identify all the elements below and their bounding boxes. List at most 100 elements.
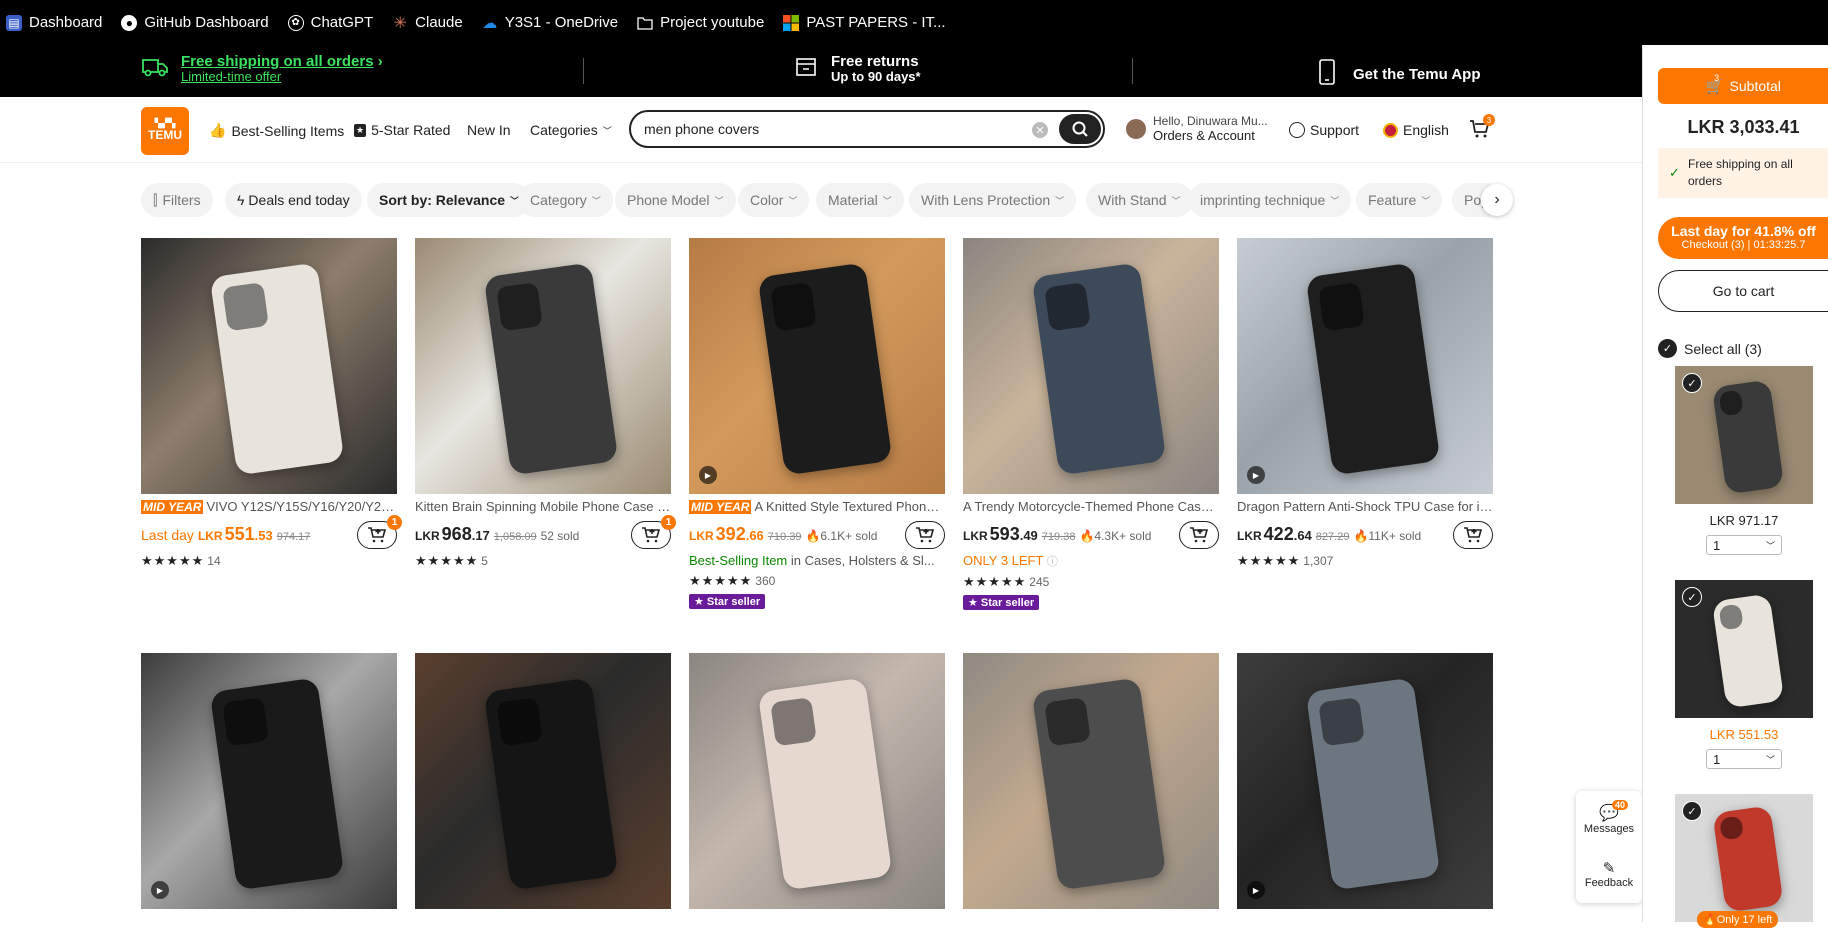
select-all-checkbox[interactable]: ✓ Select all (3) <box>1658 339 1762 358</box>
best-selling-label[interactable]: Best-Selling Item in Cases, Holsters & S… <box>689 553 945 568</box>
chevron-down-icon: ﹀ <box>1055 195 1065 206</box>
avatar <box>1126 118 1146 139</box>
product-card[interactable]: Kitten Brain Spinning Mobile Phone Case … <box>415 238 676 569</box>
filter-with-stand[interactable]: With Stand ﹀ <box>1086 183 1193 217</box>
info-icon[interactable]: ⓘ <box>1047 556 1058 568</box>
item-checkbox[interactable]: ✓ <box>1682 801 1702 821</box>
video-play-icon[interactable]: ▶ <box>699 466 717 484</box>
product-image[interactable]: ▶ <box>1237 653 1493 909</box>
product-image[interactable] <box>141 238 397 494</box>
checkout-deal-button[interactable]: Last day for 41.8% off Checkout (3) | 01:… <box>1658 217 1828 259</box>
cart-item-image[interactable]: ✓ <box>1675 580 1813 718</box>
product-image[interactable] <box>415 653 671 909</box>
bookmark-onedrive[interactable]: ☁ Y3S1 - OneDrive <box>482 14 618 32</box>
phone-case-shape <box>209 262 344 475</box>
product-card[interactable]: ▶ MID YEAR A Knitted Style Textured Phone… <box>689 238 945 610</box>
filter-color[interactable]: Color ﹀ <box>738 183 810 217</box>
phone-case-shape <box>483 677 618 890</box>
product-card[interactable] <box>415 653 671 909</box>
chevron-down-icon: ﹀ <box>1765 540 1775 551</box>
filter-scroll-right-button[interactable]: › <box>1481 184 1513 216</box>
add-to-cart-button[interactable]: 1 <box>631 515 676 549</box>
filter-feature[interactable]: Feature ﹀ <box>1356 183 1443 217</box>
messages-button[interactable]: 💬 40 Messages <box>1576 800 1642 835</box>
free-returns-promo[interactable]: Free returns Up to 90 days* <box>795 53 921 85</box>
product-card[interactable]: A Trendy Motorcycle-Themed Phone Case,..… <box>963 238 1219 611</box>
product-image[interactable] <box>963 238 1219 494</box>
product-card[interactable]: MID YEAR VIVO Y12S/Y15S/Y16/Y20/Y21/... L… <box>141 238 402 569</box>
filter-category[interactable]: Category ﹀ <box>518 183 613 217</box>
product-image[interactable] <box>689 653 945 909</box>
filter-lens-protection[interactable]: With Lens Protection ﹀ <box>909 183 1077 217</box>
filter-material[interactable]: Material ﹀ <box>816 183 904 217</box>
nav-five-star[interactable]: ★ 5-Star Rated <box>354 122 450 138</box>
product-card[interactable] <box>963 653 1219 909</box>
video-play-icon[interactable]: ▶ <box>1247 881 1265 899</box>
check-icon: ✓ <box>1669 165 1680 180</box>
product-card[interactable]: ▶ <box>1237 653 1493 909</box>
quantity-select[interactable]: 1 ﹀ <box>1706 535 1782 555</box>
free-shipping-promo[interactable]: Free shipping on all orders › Limited-tim… <box>141 53 383 85</box>
bookmark-project-youtube[interactable]: Project youtube <box>637 14 764 31</box>
price-integer: 422 <box>1263 524 1294 544</box>
bookmark-chatgpt[interactable]: ✿ ChatGPT <box>287 14 373 31</box>
quantity-select[interactable]: 1 ﹀ <box>1706 749 1782 769</box>
price-integer: 551 <box>224 524 255 544</box>
nav-new-in[interactable]: New In <box>467 122 511 138</box>
cart-item-image[interactable]: ✓ <box>1675 366 1813 504</box>
bookmark-dashboard[interactable]: ▤ Dashboard <box>6 14 102 31</box>
cart-button[interactable]: 3 <box>1469 114 1495 142</box>
phone-case-shape <box>757 262 892 475</box>
item-checkbox[interactable]: ✓ <box>1682 587 1702 607</box>
clear-search-icon[interactable]: ✕ <box>1032 122 1048 138</box>
cart-item-image[interactable]: ✓ 🔥Only 17 left <box>1675 794 1813 928</box>
product-image[interactable] <box>963 653 1219 909</box>
item-checkbox[interactable]: ✓ <box>1682 373 1702 393</box>
language-selector[interactable]: English <box>1383 122 1449 138</box>
price-integer: 392 <box>715 524 746 544</box>
temu-logo[interactable]: ▚▞▚ TEMU <box>141 107 189 155</box>
go-to-cart-button[interactable]: Go to cart <box>1658 270 1828 312</box>
promo-divider <box>1132 58 1133 84</box>
add-to-cart-button[interactable] <box>1453 521 1493 549</box>
sort-dropdown[interactable]: Sort by: Relevance ﹀ <box>367 183 532 217</box>
folder-icon <box>637 15 653 31</box>
support-link[interactable]: Support <box>1289 122 1359 138</box>
product-card[interactable] <box>689 653 945 909</box>
chevron-down-icon: ﹀ <box>882 195 892 206</box>
filter-phone-model[interactable]: Phone Model ﹀ <box>615 183 736 217</box>
filter-deals-end-today[interactable]: ϟ Deals end today <box>225 183 362 217</box>
add-to-cart-button[interactable] <box>905 521 945 549</box>
search-button[interactable] <box>1059 114 1101 144</box>
product-image[interactable]: ▶ <box>689 238 945 494</box>
product-image[interactable]: ▶ <box>1237 238 1493 494</box>
add-to-cart-button[interactable] <box>1179 521 1219 549</box>
video-play-icon[interactable]: ▶ <box>1247 466 1265 484</box>
get-app-promo[interactable]: Get the Temu App <box>1319 59 1481 89</box>
camera-lens-shape <box>1317 281 1365 332</box>
filters-button[interactable]: ⫿ Filters <box>141 183 213 217</box>
account-menu[interactable]: Hello, Dinuwara Mu... Orders & Account <box>1126 114 1268 144</box>
original-price: 1,058.09 <box>493 531 537 543</box>
review-count: 360 <box>755 574 776 588</box>
video-play-icon[interactable]: ▶ <box>151 881 169 899</box>
bookmark-claude[interactable]: ✳ Claude <box>392 14 462 32</box>
product-image[interactable] <box>415 238 671 494</box>
star-rating: ★★★★★ 245 <box>963 574 1050 589</box>
nav-categories[interactable]: Categories ﹀ <box>530 122 612 138</box>
product-card[interactable]: ▶ Dragon Pattern Anti-Shock TPU Case for… <box>1237 238 1493 569</box>
phone-case-shape <box>1712 805 1784 913</box>
bookmark-past-papers[interactable]: PAST PAPERS - IT... <box>783 14 946 31</box>
feedback-button[interactable]: ✎ Feedback <box>1576 859 1642 889</box>
search-input[interactable] <box>644 121 1024 137</box>
cart-sidebar: 🛒 3 Subtotal LKR 3,033.41 ✓ Free shipping o… <box>1642 45 1828 928</box>
filter-imprinting-technique[interactable]: imprinting technique ﹀ <box>1188 183 1352 217</box>
chevron-down-icon: ﹀ <box>591 195 601 206</box>
product-image[interactable]: ▶ <box>141 653 397 909</box>
product-card[interactable]: ▶ <box>141 653 397 909</box>
bookmark-github-dashboard[interactable]: ● GitHub Dashboard <box>121 14 269 31</box>
search-icon <box>1072 121 1088 137</box>
last-day-label: Last day <box>141 527 194 543</box>
nav-best-selling[interactable]: 👍 Best-Selling Items <box>209 122 344 139</box>
add-to-cart-button[interactable]: 1 <box>357 515 402 549</box>
